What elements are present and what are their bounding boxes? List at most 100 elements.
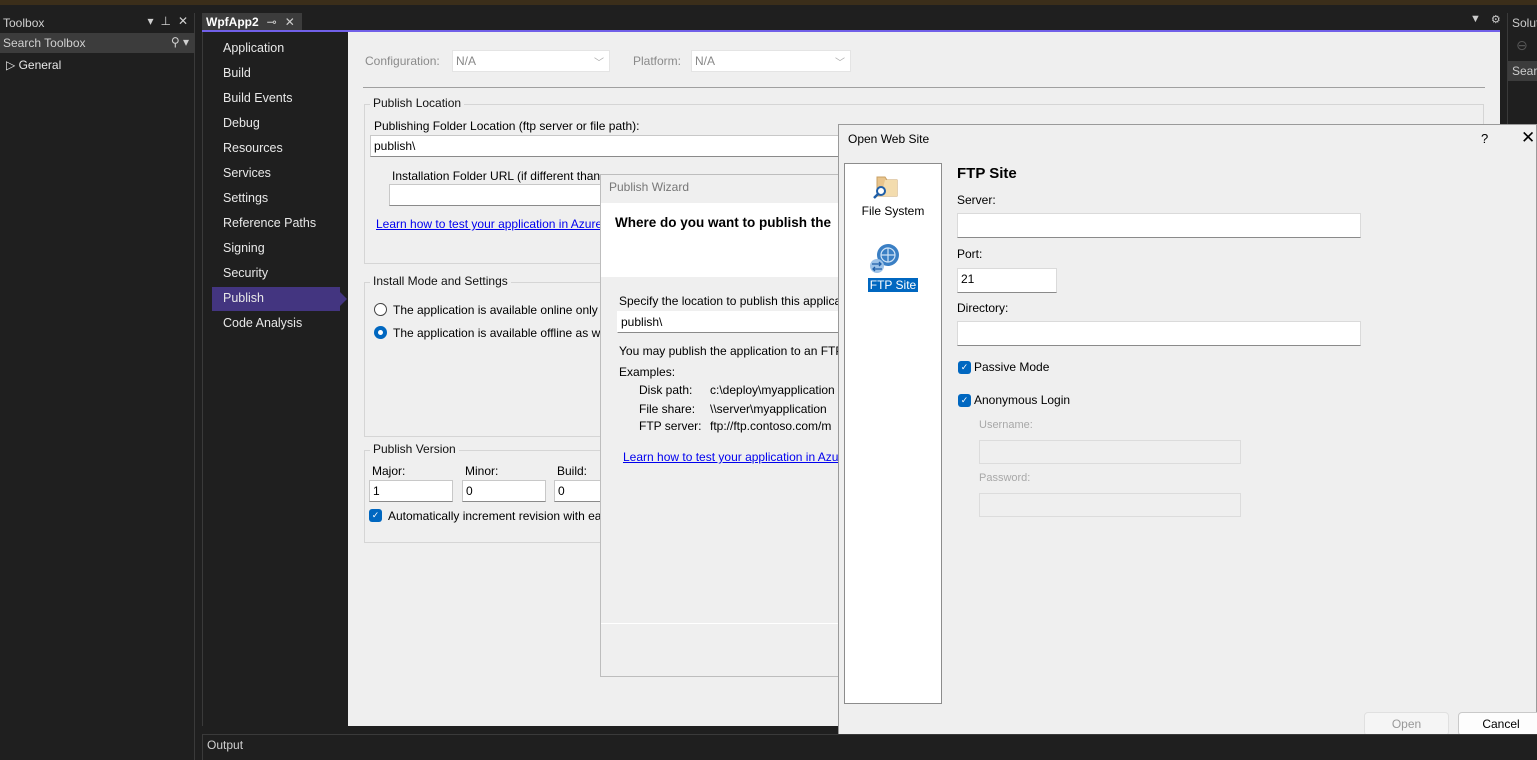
expand-icon: ▷ bbox=[6, 58, 19, 72]
toolbox-group-general[interactable]: ▷ General bbox=[6, 58, 61, 72]
build-label: Build: bbox=[557, 464, 588, 478]
output-panel: Output bbox=[202, 734, 1537, 760]
auto-increment-label: Automatically increment revision with ea bbox=[388, 509, 602, 523]
nav-item-build[interactable]: Build bbox=[212, 62, 340, 86]
chevron-down-icon: ﹀ bbox=[594, 58, 604, 69]
nav-item-code-analysis[interactable]: Code Analysis bbox=[212, 312, 340, 336]
tab-label: WpfApp2 bbox=[206, 15, 259, 29]
folder-location-label: Publishing Folder Location (ftp server o… bbox=[374, 119, 640, 133]
open-web-site-dialog: Open Web Site ? ✕ File System FTP Site F… bbox=[838, 124, 1537, 746]
back-icon[interactable]: ⊖ bbox=[1516, 37, 1528, 54]
radio-online-only-label: The application is available online only bbox=[393, 303, 598, 317]
property-nav: Application Build Build Events Debug Resourc… bbox=[202, 32, 348, 726]
output-title: Output bbox=[207, 738, 244, 752]
cancel-button[interactable]: Cancel bbox=[1458, 712, 1537, 736]
install-url-label: Installation Folder URL (if different th… bbox=[392, 169, 601, 183]
location-file-system[interactable]: File System bbox=[845, 170, 941, 222]
password-input[interactable] bbox=[979, 493, 1241, 517]
passive-mode-checkbox[interactable]: ✓ bbox=[958, 361, 971, 374]
close-icon[interactable]: ✕ bbox=[1521, 128, 1535, 148]
ftp-note: You may publish the application to an FT… bbox=[619, 344, 844, 358]
nav-item-settings[interactable]: Settings bbox=[212, 187, 340, 211]
build-input[interactable]: 0 bbox=[554, 480, 604, 502]
nav-item-debug[interactable]: Debug bbox=[212, 112, 340, 136]
nav-item-resources[interactable]: Resources bbox=[212, 137, 340, 161]
server-input[interactable] bbox=[957, 213, 1361, 238]
tab-wpfapp2[interactable]: WpfApp2 ⊸ ✕ bbox=[202, 13, 302, 31]
ftp-site-heading: FTP Site bbox=[957, 165, 1017, 182]
configuration-select[interactable]: N/A ﹀ bbox=[452, 50, 610, 72]
nav-item-build-events[interactable]: Build Events bbox=[212, 87, 340, 111]
wizard-header: Where do you want to publish the bbox=[601, 203, 841, 277]
platform-value: N/A bbox=[695, 54, 716, 68]
example-kind: Disk path: bbox=[639, 383, 693, 397]
gear-icon[interactable]: ⚙ bbox=[1491, 13, 1501, 26]
folder-location-input[interactable]: publish\ bbox=[370, 135, 840, 157]
pin-icon[interactable]: ⊸ bbox=[267, 15, 277, 29]
dropdown-icon[interactable]: ▾ bbox=[147, 14, 153, 28]
port-input[interactable]: 21 bbox=[957, 268, 1057, 293]
nav-item-signing[interactable]: Signing bbox=[212, 237, 340, 261]
nav-item-application[interactable]: Application bbox=[212, 37, 340, 61]
nav-item-security[interactable]: Security bbox=[212, 262, 340, 286]
wizard-footer-divider bbox=[601, 623, 839, 624]
directory-input[interactable] bbox=[957, 321, 1361, 346]
minor-input[interactable]: 0 bbox=[462, 480, 546, 502]
pin-icon[interactable]: ⊥ bbox=[160, 14, 170, 28]
publish-version-title: Publish Version bbox=[370, 442, 459, 456]
location-label: FTP Site bbox=[866, 277, 920, 293]
learn-azure-link[interactable]: Learn how to test your application in Az… bbox=[376, 217, 602, 231]
minor-label: Minor: bbox=[465, 464, 499, 478]
publish-wizard-dialog: Publish Wizard Where do you want to publ… bbox=[600, 174, 844, 677]
configuration-label: Configuration: bbox=[365, 54, 440, 68]
platform-select[interactable]: N/A ﹀ bbox=[691, 50, 851, 72]
close-icon[interactable]: ✕ bbox=[285, 15, 295, 29]
password-label: Password: bbox=[979, 472, 1031, 484]
solution-explorer-title: Solut bbox=[1512, 16, 1537, 30]
wizard-location-input[interactable]: publish\ bbox=[617, 311, 841, 333]
wizard-learn-azure-link[interactable]: Learn how to test your application in Az… bbox=[623, 450, 838, 464]
search-icon[interactable]: ⚲ ▾ bbox=[171, 35, 189, 49]
ftp-globe-icon bbox=[870, 244, 899, 273]
location-list: File System FTP Site bbox=[844, 163, 942, 704]
wizard-heading: Where do you want to publish the bbox=[615, 215, 831, 230]
toolbox-search-input[interactable]: Search Toolbox ⚲ ▾ bbox=[0, 33, 195, 53]
help-icon[interactable]: ? bbox=[1481, 131, 1488, 146]
example-value: \\server\myapplication bbox=[710, 402, 827, 416]
document-controls: ▼ ⚙ bbox=[1470, 13, 1501, 26]
nav-item-publish[interactable]: Publish bbox=[212, 287, 347, 311]
toolbox-panel: Toolbox ▾ ⊥ ✕ Search Toolbox ⚲ ▾ ▷ Gener… bbox=[0, 13, 195, 760]
open-button[interactable]: Open bbox=[1364, 712, 1449, 736]
toolbox-title: Toolbox bbox=[3, 16, 45, 30]
anonymous-login-checkbox[interactable]: ✓ bbox=[958, 394, 971, 407]
major-input[interactable]: 1 bbox=[369, 480, 453, 502]
tab-list-dropdown-icon[interactable]: ▼ bbox=[1470, 13, 1481, 26]
radio-offline[interactable] bbox=[374, 326, 387, 339]
nav-item-services[interactable]: Services bbox=[212, 162, 340, 186]
radio-online-only[interactable] bbox=[374, 303, 387, 316]
nav-item-reference-paths[interactable]: Reference Paths bbox=[212, 212, 340, 236]
example-value: c:\deploy\myapplication bbox=[710, 383, 835, 397]
port-label: Port: bbox=[957, 247, 983, 261]
examples-label: Examples: bbox=[619, 365, 676, 379]
folder-search-icon bbox=[873, 176, 898, 199]
divider bbox=[363, 87, 1485, 88]
install-mode-title: Install Mode and Settings bbox=[370, 274, 511, 288]
chevron-down-icon: ﹀ bbox=[835, 58, 845, 69]
solution-search-input[interactable]: Searc bbox=[1508, 61, 1537, 81]
example-value: ftp://ftp.contoso.com/m bbox=[710, 419, 832, 433]
auto-increment-checkbox[interactable]: ✓ bbox=[369, 509, 382, 522]
close-icon[interactable]: ✕ bbox=[178, 14, 188, 28]
publish-location-title: Publish Location bbox=[370, 96, 465, 110]
location-label: File System bbox=[861, 204, 925, 218]
example-kind: FTP server: bbox=[639, 419, 702, 433]
install-url-input[interactable] bbox=[389, 184, 604, 206]
menu-strip bbox=[0, 5, 1537, 13]
configuration-value: N/A bbox=[456, 54, 477, 68]
platform-label: Platform: bbox=[633, 54, 682, 68]
location-ftp-site[interactable]: FTP Site bbox=[845, 240, 941, 296]
username-input[interactable] bbox=[979, 440, 1241, 464]
anonymous-login-label: Anonymous Login bbox=[974, 393, 1071, 407]
location-label-wrap: FTP Site bbox=[845, 277, 941, 293]
directory-label: Directory: bbox=[957, 301, 1009, 315]
